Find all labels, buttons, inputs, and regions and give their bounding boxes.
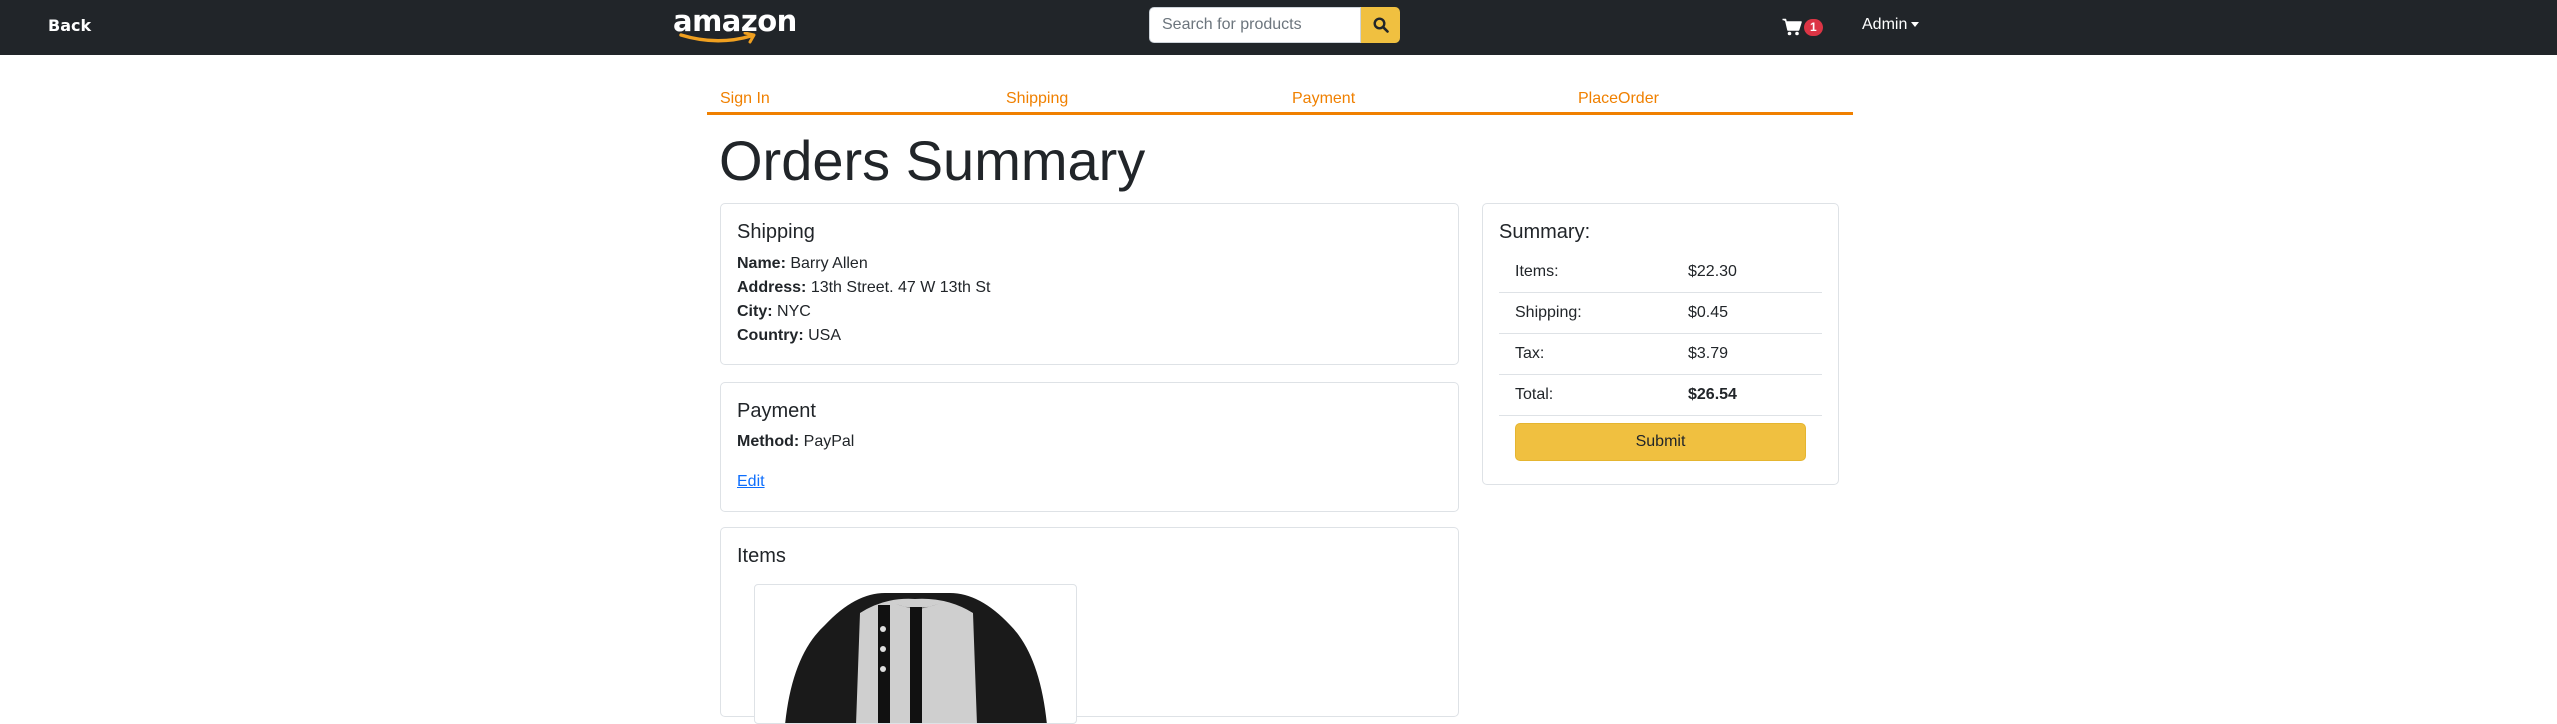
step-shipping: Shipping xyxy=(1006,90,1069,107)
edit-payment-link[interactable]: Edit xyxy=(737,473,765,491)
items-card-title: Items xyxy=(737,545,786,567)
submit-order-button[interactable]: Submit xyxy=(1515,423,1806,461)
summary-tax-label: Tax: xyxy=(1515,345,1545,362)
summary-row-shipping: Shipping: $0.45 xyxy=(1499,293,1822,334)
page-title: Orders Summary xyxy=(719,129,1146,192)
summary-total-label: Total: xyxy=(1515,386,1554,403)
items-card: Items xyxy=(720,527,1459,724)
summary-tax-value: $3.79 xyxy=(1688,345,1729,362)
shopping-cart-icon xyxy=(1782,18,1802,36)
shirt-image xyxy=(785,593,1047,723)
payment-card-title: Payment xyxy=(737,400,816,422)
summary-items-value: $22.30 xyxy=(1688,263,1737,280)
product-image[interactable] xyxy=(754,584,1077,724)
shipping-name: Name: Barry Allen xyxy=(737,255,868,272)
back-link[interactable]: Back xyxy=(48,16,91,35)
amazon-logo[interactable]: amazon xyxy=(673,6,797,44)
admin-dropdown[interactable]: Admin xyxy=(1862,16,1920,34)
summary-shipping-label: Shipping: xyxy=(1515,304,1582,321)
shipping-card-title: Shipping xyxy=(737,221,815,243)
search-icon xyxy=(1372,17,1389,33)
cart-count-badge: 1 xyxy=(1804,18,1823,36)
shipping-card: Shipping Name: Barry Allen Address: 13th… xyxy=(720,203,1459,365)
search-input[interactable] xyxy=(1149,7,1361,43)
shipping-address: Address: 13th Street. 47 W 13th St xyxy=(737,279,991,296)
order-summary-card: Summary: Items: $22.30 Shipping: $0.45 T… xyxy=(1482,203,1839,485)
summary-row-items: Items: $22.30 xyxy=(1499,252,1822,293)
shipping-city: City: NYC xyxy=(737,303,811,320)
summary-items-label: Items: xyxy=(1515,263,1559,280)
payment-card: Payment Method: PayPal Edit xyxy=(720,382,1459,512)
payment-method: Method: PayPal xyxy=(737,433,855,450)
search-button[interactable] xyxy=(1361,7,1400,43)
cart-link[interactable]: 1 xyxy=(1782,17,1823,37)
admin-label: Admin xyxy=(1862,16,1908,33)
summary-row-total: Total: $26.54 xyxy=(1499,375,1822,416)
summary-total-value: $26.54 xyxy=(1688,386,1737,403)
summary-title: Summary: xyxy=(1499,221,1591,243)
step-place-order: PlaceOrder xyxy=(1578,90,1659,107)
step-sign-in: Sign In xyxy=(720,90,770,107)
smile-arrow-icon xyxy=(679,32,756,44)
checkout-steps: Sign In Shipping Payment PlaceOrder xyxy=(707,88,1853,115)
summary-shipping-value: $0.45 xyxy=(1688,304,1729,321)
top-navbar: Back amazon 1 Admin xyxy=(0,0,2557,55)
step-payment: Payment xyxy=(1292,90,1356,107)
chevron-down-icon xyxy=(1911,22,1920,28)
summary-row-tax: Tax: $3.79 xyxy=(1499,334,1822,375)
shipping-country: Country: USA xyxy=(737,327,842,344)
